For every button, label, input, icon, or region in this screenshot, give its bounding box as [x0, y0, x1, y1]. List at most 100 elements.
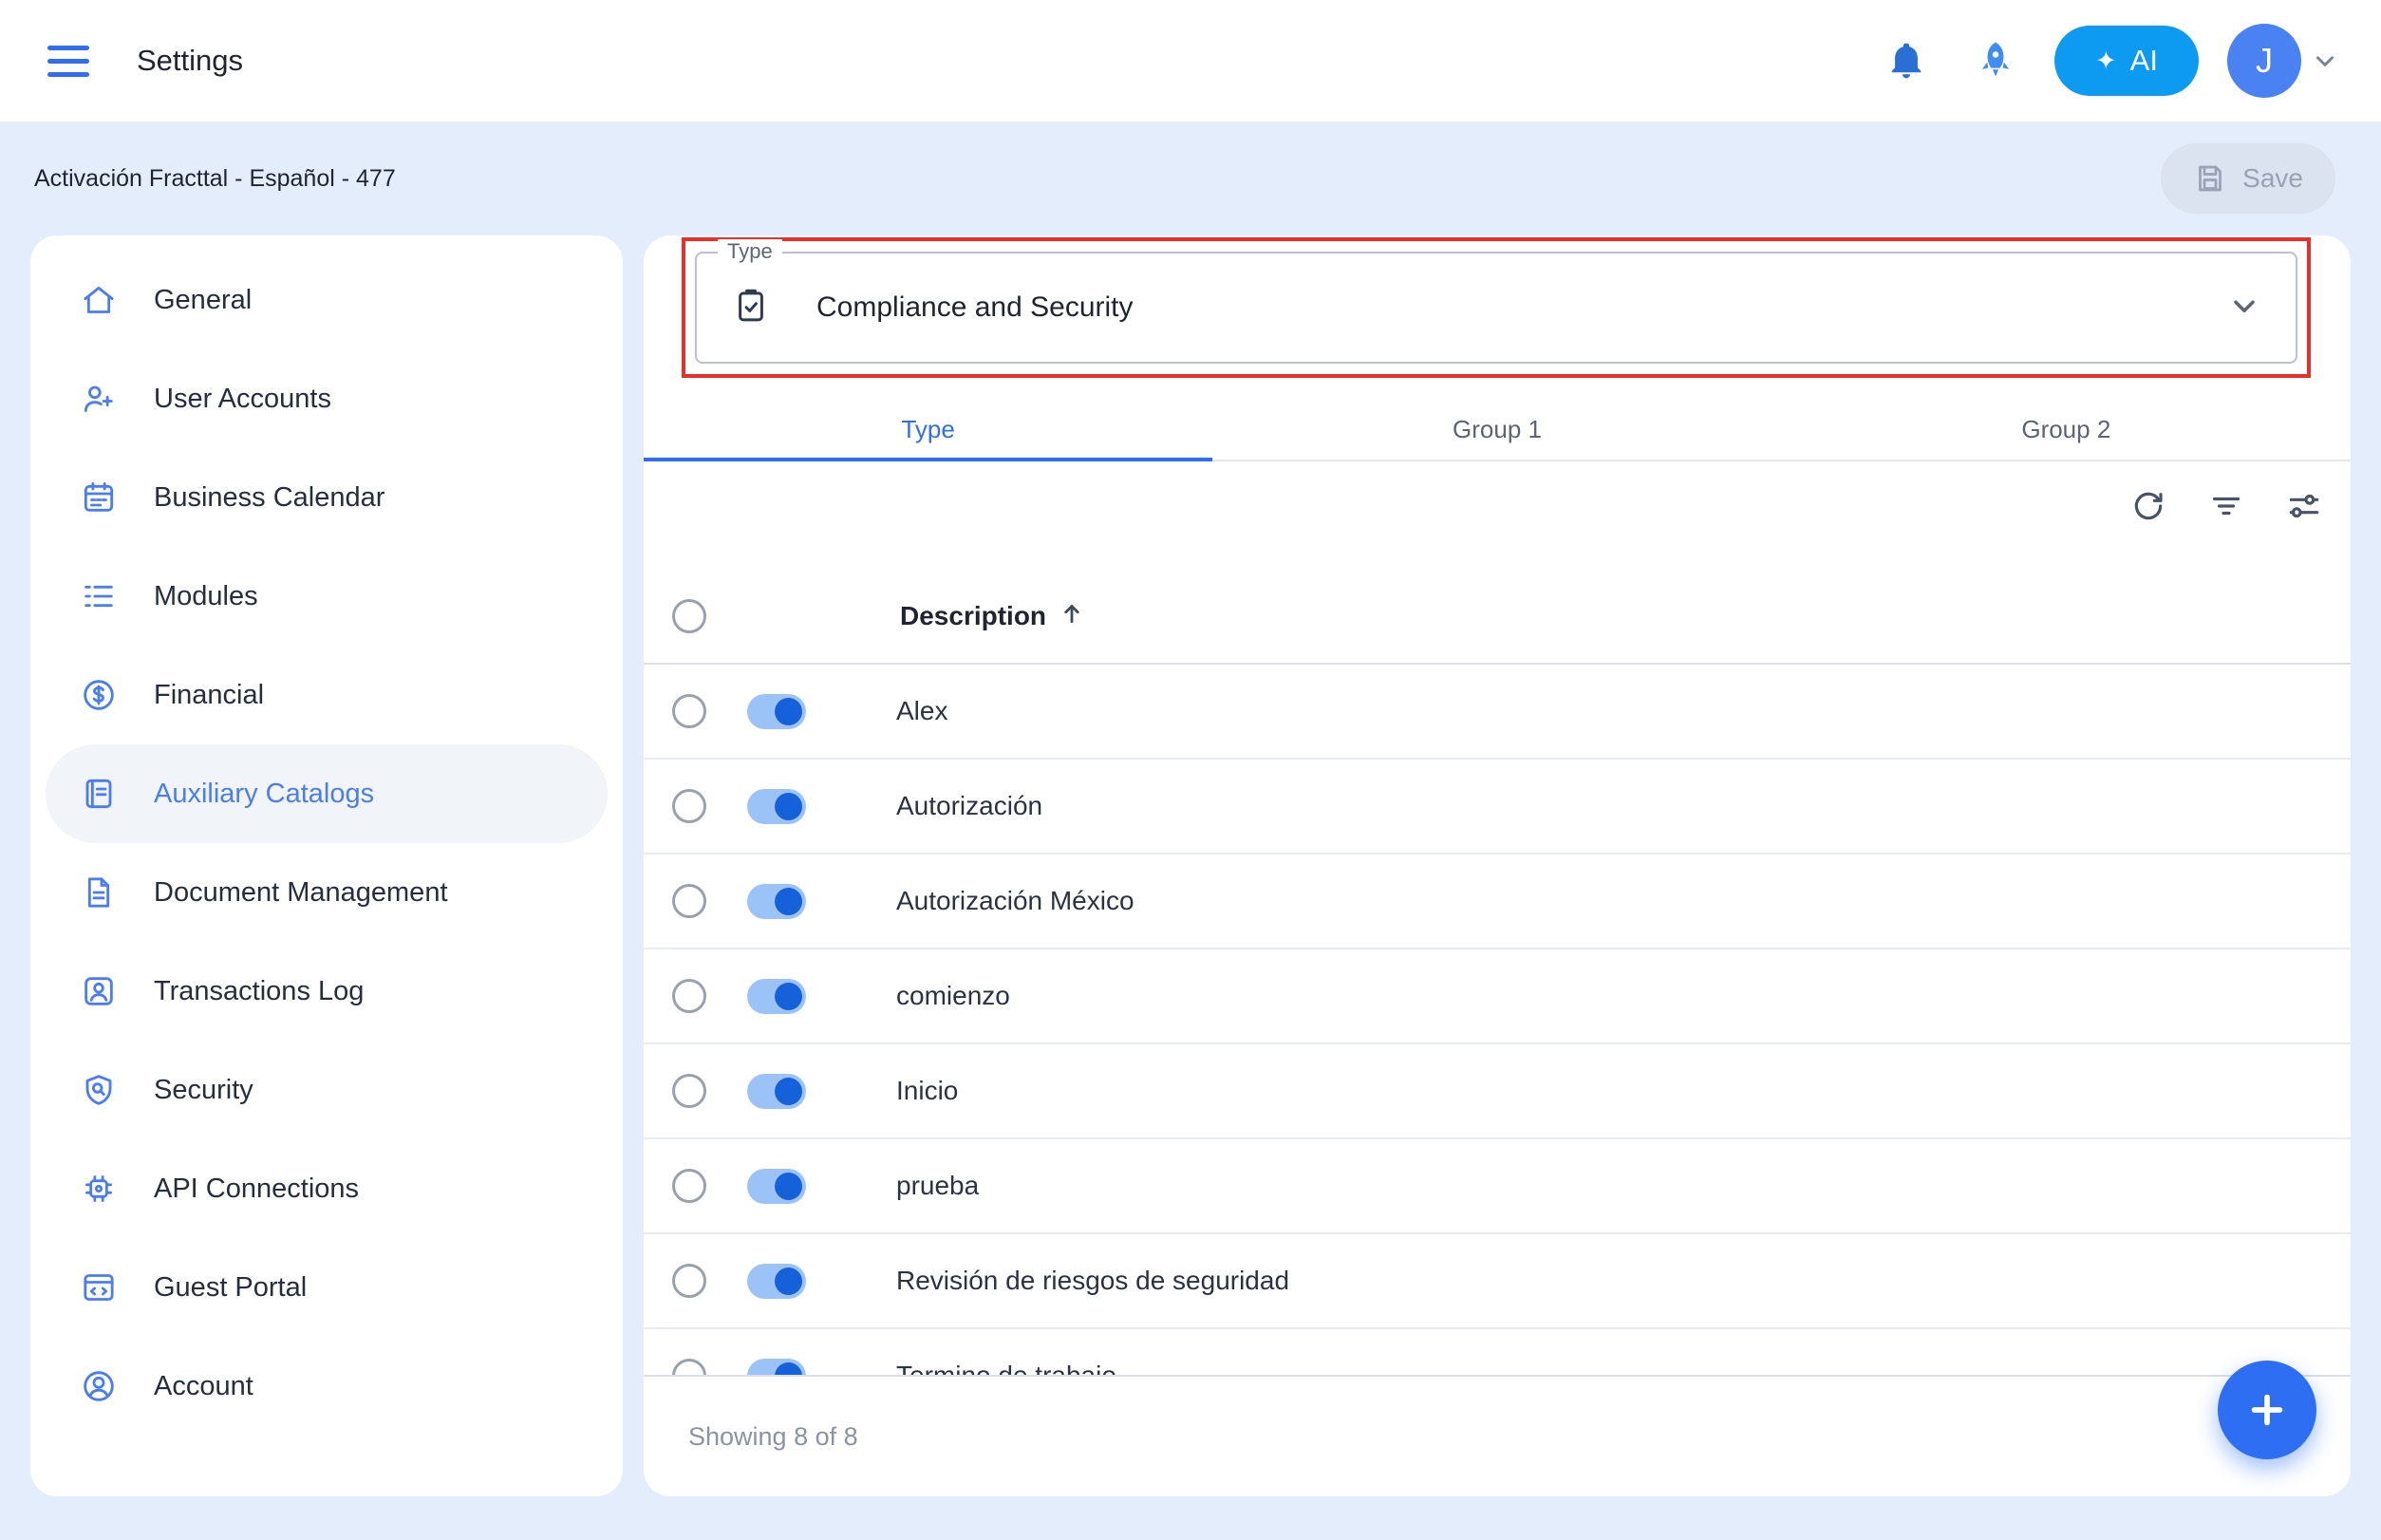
browser-icon [80, 1268, 118, 1306]
sidebar-item-general[interactable]: General [46, 251, 608, 349]
filter-icon[interactable] [2206, 486, 2246, 526]
type-select[interactable]: Type Compliance and Security [695, 239, 2297, 364]
main-panel: Type Compliance and Security Type Group 1… [644, 235, 2351, 1496]
row-checkbox[interactable] [672, 884, 706, 918]
table-toolbar [2128, 486, 2324, 526]
row-checkbox[interactable] [672, 694, 706, 728]
modules-icon [80, 577, 118, 615]
toggle-switch[interactable] [747, 1073, 806, 1109]
tab-bar: Type Group 1 Group 2 [644, 399, 2351, 461]
row-checkbox[interactable] [672, 1264, 706, 1298]
sidebar-item-user-accounts[interactable]: User Accounts [46, 349, 608, 448]
sidebar-item-label: User Accounts [154, 383, 331, 414]
table-row[interactable]: Autorización México [644, 855, 2351, 949]
row-checkbox[interactable] [672, 979, 706, 1013]
transactions-icon [80, 972, 118, 1010]
sidebar-item-label: API Connections [154, 1173, 360, 1204]
chip-icon [80, 1170, 118, 1208]
breadcrumb: Activación Fracttal - Español - 477 [34, 164, 396, 192]
document-icon [80, 873, 118, 911]
top-bar: Settings ✦ AI J [0, 0, 2381, 122]
toggle-switch[interactable] [747, 1263, 806, 1299]
row-description: comienzo [896, 981, 1010, 1010]
sidebar-item-guest-portal[interactable]: Guest Portal [46, 1238, 608, 1337]
sidebar-item-financial[interactable]: Financial [46, 646, 608, 744]
sidebar-item-modules[interactable]: Modules [46, 547, 608, 646]
tab-group-1[interactable]: Group 1 [1212, 399, 1781, 460]
table-row[interactable]: Inicio [644, 1044, 2351, 1139]
showing-count: Showing 8 of 8 [688, 1421, 858, 1451]
sparkle-icon: ✦ [2095, 46, 2117, 75]
row-description: Autorización [896, 791, 1043, 820]
sidebar-item-account[interactable]: Account [46, 1337, 608, 1436]
sidebar-item-security[interactable]: Security [46, 1041, 608, 1139]
save-floppy-icon [2199, 165, 2222, 192]
financial-icon [80, 676, 118, 714]
sub-header: Activación Fracttal - Español - 477 Save [0, 122, 2381, 235]
user-add-icon [80, 380, 118, 418]
sidebar-item-label: Business Calendar [154, 481, 385, 513]
row-description: Alex [896, 696, 948, 725]
sidebar-item-transactions-log[interactable]: Transactions Log [46, 942, 608, 1041]
sidebar-list: General User Accounts Business Calendar … [30, 251, 623, 1436]
topbar-actions: ✦ AI J [1876, 24, 2339, 98]
row-checkbox[interactable] [672, 789, 706, 823]
sidebar-item-label: Security [154, 1074, 253, 1105]
home-icon [80, 281, 118, 319]
tab-type[interactable]: Type [644, 399, 1213, 461]
table-row[interactable]: Termino de trabajo [644, 1329, 2351, 1375]
tab-group-2[interactable]: Group 2 [1782, 399, 2351, 460]
save-button[interactable]: Save [2161, 143, 2335, 214]
toggle-switch[interactable] [747, 1358, 806, 1375]
toggle-switch[interactable] [747, 693, 806, 729]
avatar[interactable]: J [2227, 24, 2301, 98]
select-all-checkbox[interactable] [672, 599, 706, 633]
rocket-icon[interactable] [1965, 30, 2026, 91]
row-checkbox[interactable] [672, 1169, 706, 1203]
sidebar-item-auxiliary-catalogs[interactable]: Auxiliary Catalogs [46, 744, 608, 843]
sidebar-item-label: Auxiliary Catalogs [154, 778, 375, 809]
table-row[interactable]: Alex [644, 665, 2351, 760]
clipboard-check-icon [731, 286, 771, 330]
sidebar-item-label: Account [154, 1370, 253, 1401]
menu-icon[interactable] [47, 40, 97, 82]
toggle-switch[interactable] [747, 1168, 806, 1204]
type-select-value: Compliance and Security [816, 291, 1134, 323]
shield-icon [80, 1071, 118, 1109]
table-footer: Showing 8 of 8 [644, 1375, 2351, 1496]
toggle-switch[interactable] [747, 883, 806, 919]
column-settings-icon[interactable] [2284, 486, 2324, 526]
table-body: Alex Autorización Autorización México co… [644, 665, 2351, 1375]
page-title: Settings [137, 44, 244, 77]
sidebar-item-api-connections[interactable]: API Connections [46, 1139, 608, 1238]
row-description: Inicio [896, 1076, 959, 1105]
row-checkbox[interactable] [672, 1359, 706, 1375]
user-menu[interactable]: J [2227, 24, 2339, 98]
refresh-icon[interactable] [2128, 486, 2168, 526]
ai-assistant-button[interactable]: ✦ AI [2054, 26, 2199, 96]
row-description: Autorización México [896, 886, 1134, 915]
table-row[interactable]: Revisión de riesgos de seguridad [644, 1234, 2351, 1329]
table-header-row: Description [644, 570, 2351, 665]
table-row[interactable]: Autorización [644, 760, 2351, 855]
toggle-switch[interactable] [747, 978, 806, 1014]
sidebar-item-label: Transactions Log [154, 975, 365, 1006]
sidebar-item-business-calendar[interactable]: Business Calendar [46, 448, 608, 547]
sort-ascending-icon[interactable] [1058, 599, 1086, 634]
sidebar-item-label: Financial [154, 679, 265, 710]
tab-label: Type [901, 414, 955, 443]
sidebar-item-document-management[interactable]: Document Management [46, 843, 608, 942]
table-row[interactable]: comienzo [644, 949, 2351, 1044]
ai-button-label: AI [2129, 44, 2158, 77]
table-row[interactable]: prueba [644, 1139, 2351, 1234]
notifications-bell-icon[interactable] [1876, 30, 1937, 91]
tab-label: Group 1 [1453, 414, 1542, 443]
tab-label: Group 2 [2021, 414, 2111, 443]
row-checkbox[interactable] [672, 1074, 706, 1108]
sidebar-item-label: General [154, 284, 253, 315]
add-button[interactable] [2218, 1361, 2316, 1459]
save-button-label: Save [2242, 163, 2303, 193]
toggle-switch[interactable] [747, 788, 806, 824]
chevron-down-icon [2227, 289, 2261, 328]
sidebar-item-label: Document Management [154, 876, 448, 908]
